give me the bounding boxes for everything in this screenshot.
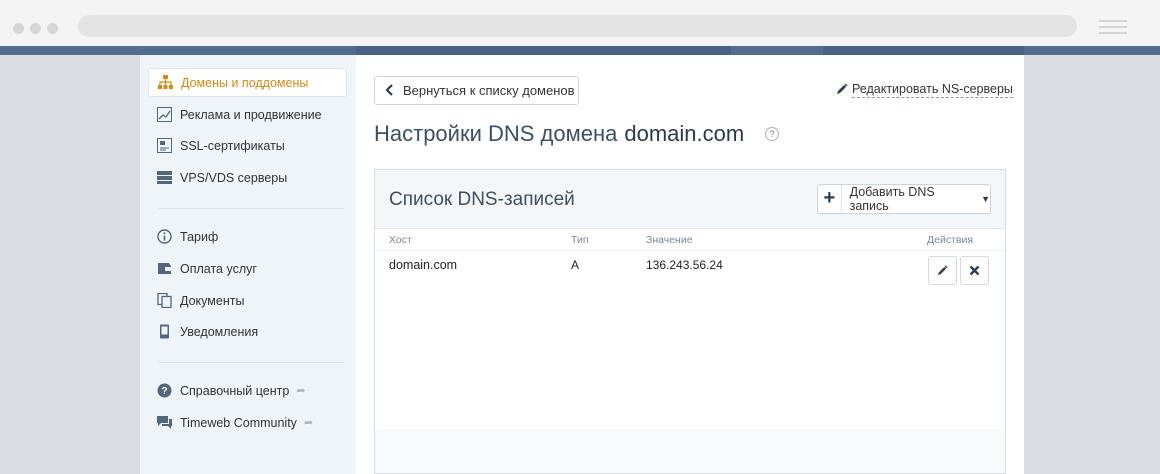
sidebar-item-label: Домены и поддомены <box>181 75 309 90</box>
caret-down-icon: ▼ <box>981 194 990 204</box>
dns-records-panel: Список DNS-записей + Добавить DNS запись… <box>374 169 1006 474</box>
delete-record-button[interactable] <box>960 256 989 285</box>
menu-icon[interactable] <box>1099 20 1127 38</box>
phone-icon <box>157 324 172 339</box>
sitemap-icon <box>158 75 173 90</box>
wallet-icon <box>157 261 172 276</box>
documents-icon <box>157 293 172 308</box>
add-dns-label: Добавить DNS запись <box>849 185 935 213</box>
info-icon <box>157 229 172 244</box>
dns-host-cell: domain.com <box>389 258 458 272</box>
sidebar-item-tariff[interactable]: Тариф <box>148 222 347 251</box>
sidebar-item-label: Тариф <box>180 229 219 244</box>
site-header-strip <box>0 46 1160 55</box>
sidebar-item-notifications[interactable]: Уведомления <box>148 317 347 346</box>
window-dot-icon <box>30 23 41 34</box>
window-dot-icon <box>47 23 58 34</box>
panel-title: Список DNS-записей <box>389 189 575 210</box>
pencil-icon <box>937 265 948 276</box>
column-header-value: Значение <box>646 234 693 246</box>
back-to-domains-button[interactable]: Вернуться к списку доменов <box>374 76 579 105</box>
browser-chrome <box>0 0 1160 46</box>
external-arrow-icon: ➦ <box>296 385 306 397</box>
page-title: Настройки DNS домена domain.com <box>374 121 744 147</box>
sidebar-item-domains[interactable]: Домены и поддомены <box>148 68 347 97</box>
help-circle-icon: ? <box>157 383 172 398</box>
edit-ns-label: Редактировать NS-серверы <box>852 82 1013 98</box>
column-header-host: Хост <box>389 234 412 246</box>
sidebar-item-label: VPS/VDS серверы <box>180 170 288 185</box>
dns-type-cell: A <box>571 258 580 272</box>
edit-record-button[interactable] <box>928 256 957 285</box>
edit-ns-servers-link[interactable]: Редактировать NS-серверы <box>836 82 1013 98</box>
sidebar-divider <box>158 362 344 363</box>
sidebar-item-ssl[interactable]: SSL-сертификаты <box>148 131 347 160</box>
chart-icon <box>157 107 172 122</box>
column-header-type: Тип <box>571 234 589 246</box>
add-dns-record-button[interactable]: + Добавить DNS запись ▼ <box>817 184 991 214</box>
sidebar-item-vps[interactable]: VPS/VDS серверы <box>148 163 347 192</box>
chat-icon <box>157 415 172 430</box>
window-dot-icon <box>13 23 24 34</box>
sidebar-item-label: SSL-сертификаты <box>180 138 285 153</box>
sidebar-item-label: Реклама и продвижение <box>180 107 322 122</box>
sidebar-item-payment[interactable]: Оплата услуг <box>148 254 347 283</box>
external-arrow-icon: ➦ <box>303 417 314 429</box>
certificate-icon <box>157 138 172 153</box>
sidebar-item-label: Оплата услуг <box>180 261 257 276</box>
page-title-domain: domain.com <box>624 121 745 146</box>
table-header-divider <box>375 250 1005 251</box>
dns-value-cell: 136.243.56.24 <box>646 258 723 272</box>
sidebar-item-label: Уведомления <box>180 324 259 339</box>
plus-icon: + <box>818 185 842 213</box>
svg-text:?: ? <box>161 386 167 397</box>
sidebar-item-community[interactable]: Timeweb Community ➦ <box>148 408 347 437</box>
server-icon <box>157 170 172 185</box>
address-bar[interactable] <box>78 15 1077 37</box>
sidebar-divider <box>158 208 344 209</box>
sidebar-item-ads[interactable]: Реклама и продвижение <box>148 100 347 129</box>
sidebar-item-documents[interactable]: Документы <box>148 286 347 315</box>
sidebar-item-label: Timeweb Community <box>180 415 297 430</box>
column-header-actions: Действия <box>927 234 974 246</box>
page-title-text: Настройки DNS домена <box>374 121 618 146</box>
sidebar-item-help-center[interactable]: ? Справочный центр ➦ <box>148 376 347 405</box>
panel-header: Список DNS-записей + Добавить DNS запись… <box>375 170 1005 229</box>
close-icon <box>969 265 980 276</box>
help-icon[interactable]: ? <box>765 127 779 141</box>
chevron-left-icon <box>385 83 394 99</box>
back-button-label: Вернуться к списку доменов <box>403 83 575 98</box>
pencil-icon <box>836 82 848 98</box>
sidebar-item-label: Справочный центр <box>180 383 290 398</box>
sidebar-item-label: Документы <box>180 293 245 308</box>
